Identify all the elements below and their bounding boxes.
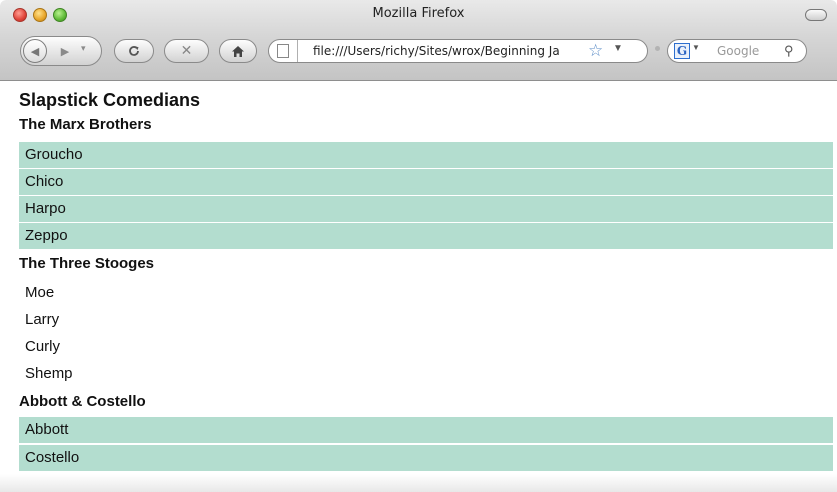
url-text[interactable]: file:///Users/richy/Sites/wrox/Beginning… [313, 44, 585, 58]
url-dropdown-icon[interactable]: ▼ [613, 43, 623, 54]
list-item: Costello [19, 445, 833, 471]
reload-button[interactable] [114, 39, 154, 63]
browser-chrome: Mozilla Firefox ◀ ▶ ▾ ✕ file:///Users/ri… [0, 0, 837, 81]
group-heading-stooges: The Three Stooges [19, 255, 155, 272]
history-dropdown-icon[interactable]: ▾ [81, 43, 86, 54]
home-icon [232, 45, 244, 57]
home-button[interactable] [219, 39, 257, 63]
list-item: Groucho [19, 142, 833, 168]
stop-icon: ✕ [180, 43, 193, 59]
group-heading-abbott: Abbott & Costello [19, 393, 146, 410]
location-bar[interactable]: file:///Users/richy/Sites/wrox/Beginning… [268, 39, 648, 63]
search-input[interactable]: Google [717, 44, 759, 58]
page-title: Slapstick Comedians [19, 90, 201, 110]
list-item: Curly [25, 338, 61, 355]
list-item: Abbott [19, 417, 833, 443]
page-content: Slapstick Comedians The Marx Brothers Gr… [0, 81, 837, 492]
group-heading-marx: The Marx Brothers [19, 116, 152, 133]
search-icon[interactable]: ⚲ [784, 43, 794, 59]
reload-icon [129, 46, 139, 56]
window-bottom-edge [0, 474, 837, 492]
list-item: Larry [25, 311, 60, 328]
list-item: Zeppo [19, 223, 833, 249]
window-title: Mozilla Firefox [372, 6, 465, 21]
back-arrow-icon: ◀ [30, 45, 40, 58]
back-button[interactable]: ◀ [23, 39, 47, 63]
list-item: Harpo [19, 196, 833, 222]
toolbar-divider-dot [655, 46, 660, 51]
search-box[interactable]: G ▼ Google ⚲ [667, 39, 807, 63]
list-item: Chico [19, 169, 833, 195]
forward-arrow-icon: ▶ [60, 45, 70, 58]
list-item: Shemp [25, 365, 73, 382]
page-icon [277, 44, 289, 58]
stop-button[interactable]: ✕ [164, 39, 209, 63]
browser-window: Mozilla Firefox ◀ ▶ ▾ ✕ file:///Users/ri… [0, 0, 837, 492]
toolbar-toggle-button[interactable] [805, 9, 827, 21]
search-engine-icon[interactable]: G [674, 43, 690, 59]
back-forward-group: ◀ ▶ ▾ [20, 36, 102, 66]
forward-button[interactable]: ▶ [55, 42, 75, 60]
list-item: Moe [25, 284, 55, 301]
engine-dropdown-icon[interactable]: ▼ [692, 43, 700, 52]
bookmark-star-icon[interactable]: ☆ [588, 41, 603, 61]
